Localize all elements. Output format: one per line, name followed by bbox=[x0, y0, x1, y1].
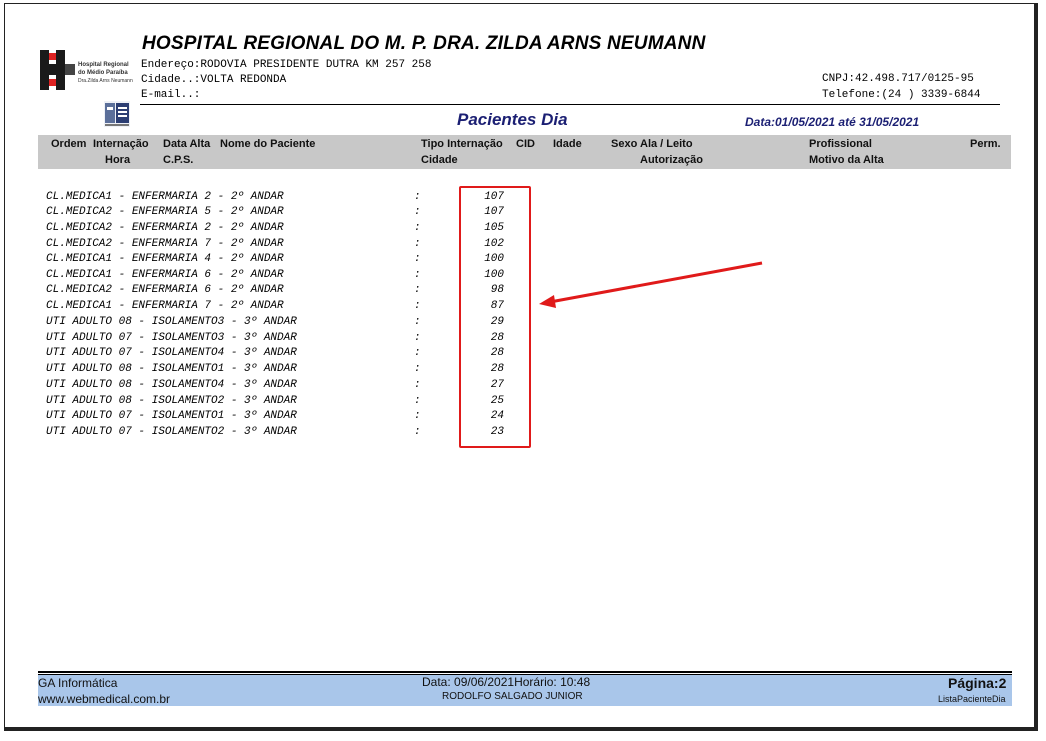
address-value: RODOVIA PRESIDENTE DUTRA KM 257 258 bbox=[200, 59, 432, 71]
ward-name: CL.MEDICA2 - ENFERMARIA 5 - 2º ANDAR bbox=[46, 206, 284, 218]
logo-line-3: Dra.Zilda Arns Neumann bbox=[78, 78, 133, 84]
government-emblem-icon bbox=[104, 101, 130, 127]
email-line: E-mail..: bbox=[141, 89, 200, 101]
logo-line-1: Hospital Regional bbox=[78, 62, 129, 68]
col-idade: Idade bbox=[553, 138, 582, 150]
ward-name: UTI ADULTO 07 - ISOLAMENTO3 - 3º ANDAR bbox=[46, 332, 297, 344]
highlight-box bbox=[459, 186, 531, 448]
footer-user: RODOLFO SALGADO JUNIOR bbox=[442, 691, 583, 702]
col-profissional: Profissional bbox=[809, 138, 872, 150]
col-perm: Perm. bbox=[970, 138, 1001, 150]
list-item: UTI ADULTO 07 - ISOLAMENTO4 - 3º ANDAR:2… bbox=[46, 346, 504, 361]
row-separator: : bbox=[414, 222, 421, 234]
list-item: UTI ADULTO 07 - ISOLAMENTO2 - 3º ANDAR:2… bbox=[46, 425, 504, 440]
ward-name: UTI ADULTO 08 - ISOLAMENTO2 - 3º ANDAR bbox=[46, 395, 297, 407]
ward-name: UTI ADULTO 08 - ISOLAMENTO4 - 3º ANDAR bbox=[46, 379, 297, 391]
ward-name: CL.MEDICA1 - ENFERMARIA 6 - 2º ANDAR bbox=[46, 269, 284, 281]
ward-name: UTI ADULTO 08 - ISOLAMENTO3 - 3º ANDAR bbox=[46, 316, 297, 328]
email-label: E-mail..: bbox=[141, 89, 201, 101]
logo-line-2: do Médio Paraíba bbox=[78, 70, 128, 76]
city-label: Cidade..: bbox=[141, 74, 201, 86]
col-sexo: Sexo bbox=[611, 138, 638, 150]
ward-name: CL.MEDICA1 - ENFERMARIA 2 - 2º ANDAR bbox=[46, 191, 284, 203]
ward-name: UTI ADULTO 08 - ISOLAMENTO1 - 3º ANDAR bbox=[46, 363, 297, 375]
footer-report-name: ListaPacienteDia bbox=[938, 694, 1006, 704]
col-internacao: Internação bbox=[93, 138, 149, 150]
col-autorizacao: Autorização bbox=[640, 154, 703, 166]
col-motivo-alta: Motivo da Alta bbox=[809, 154, 884, 166]
ward-name: UTI ADULTO 07 - ISOLAMENTO2 - 3º ANDAR bbox=[46, 426, 297, 438]
page-number: 2 bbox=[998, 675, 1007, 691]
ward-name: CL.MEDICA1 - ENFERMARIA 4 - 2º ANDAR bbox=[46, 253, 284, 265]
row-separator: : bbox=[414, 284, 421, 296]
list-item: CL.MEDICA2 - ENFERMARIA 6 - 2º ANDAR:98 bbox=[46, 283, 504, 298]
row-separator: : bbox=[414, 316, 421, 328]
red-arrow-icon bbox=[539, 261, 763, 308]
row-separator: : bbox=[414, 332, 421, 344]
footer-company: GA Informática bbox=[38, 676, 118, 690]
address-label: Endereço: bbox=[141, 59, 201, 71]
address-line: Endereço:RODOVIA PRESIDENTE DUTRA KM 257… bbox=[141, 59, 431, 71]
list-item: CL.MEDICA2 - ENFERMARIA 2 - 2º ANDAR:105 bbox=[46, 221, 504, 236]
logo-caption: Hospital Regional do Médio Paraíba Dra.Z… bbox=[78, 61, 133, 85]
list-item: UTI ADULTO 07 - ISOLAMENTO3 - 3º ANDAR:2… bbox=[46, 331, 504, 346]
ward-name: CL.MEDICA1 - ENFERMARIA 7 - 2º ANDAR bbox=[46, 300, 284, 312]
list-item: CL.MEDICA1 - ENFERMARIA 4 - 2º ANDAR:100 bbox=[46, 252, 504, 267]
list-item: CL.MEDICA1 - ENFERMARIA 6 - 2º ANDAR:100 bbox=[46, 268, 504, 283]
footer-website: www.webmedical.com.br bbox=[38, 692, 171, 706]
list-item: UTI ADULTO 08 - ISOLAMENTO1 - 3º ANDAR:2… bbox=[46, 362, 504, 377]
row-separator: : bbox=[414, 300, 421, 312]
col-cid: CID bbox=[516, 138, 535, 150]
list-item: UTI ADULTO 08 - ISOLAMENTO4 - 3º ANDAR:2… bbox=[46, 378, 504, 393]
col-ordem: Ordem bbox=[51, 138, 87, 150]
row-separator: : bbox=[414, 379, 421, 391]
row-separator: : bbox=[414, 238, 421, 250]
list-item: CL.MEDICA2 - ENFERMARIA 5 - 2º ANDAR:107 bbox=[46, 205, 504, 220]
list-item: CL.MEDICA1 - ENFERMARIA 7 - 2º ANDAR:87 bbox=[46, 299, 504, 314]
report-title: Pacientes Dia bbox=[457, 110, 568, 129]
row-separator: : bbox=[414, 269, 421, 281]
col-tipo-internacao: Tipo Internação bbox=[421, 138, 503, 150]
col-hora: Hora bbox=[105, 154, 131, 166]
row-separator: : bbox=[414, 191, 421, 203]
cnpj: CNPJ:42.498.717/0125-95 bbox=[822, 73, 974, 85]
list-item: UTI ADULTO 08 - ISOLAMENTO3 - 3º ANDAR:2… bbox=[46, 315, 504, 330]
city-value: VOLTA REDONDA bbox=[200, 74, 287, 86]
phone: Telefone:(24 ) 3339-6844 bbox=[822, 89, 981, 101]
ward-name: UTI ADULTO 07 - ISOLAMENTO4 - 3º ANDAR bbox=[46, 347, 297, 359]
col-ala-leito: Ala / Leito bbox=[640, 138, 693, 150]
row-separator: : bbox=[414, 347, 421, 359]
city-line: Cidade..:VOLTA REDONDA bbox=[141, 74, 286, 86]
col-cidade: Cidade bbox=[421, 154, 458, 166]
footer-page: Página:2 bbox=[948, 675, 1006, 691]
list-item: CL.MEDICA2 - ENFERMARIA 7 - 2º ANDAR:102 bbox=[46, 237, 504, 252]
report-date-range: Data:01/05/2021 até 31/05/2021 bbox=[745, 115, 920, 129]
ward-name: UTI ADULTO 07 - ISOLAMENTO1 - 3º ANDAR bbox=[46, 410, 297, 422]
footer-divider bbox=[38, 671, 1012, 673]
row-separator: : bbox=[414, 253, 421, 265]
row-separator: : bbox=[414, 395, 421, 407]
hospital-cross-icon bbox=[40, 50, 75, 90]
page-label: Página: bbox=[948, 675, 999, 691]
ward-name: CL.MEDICA2 - ENFERMARIA 7 - 2º ANDAR bbox=[46, 238, 284, 250]
ward-name: CL.MEDICA2 - ENFERMARIA 6 - 2º ANDAR bbox=[46, 284, 284, 296]
col-data-alta: Data Alta bbox=[163, 138, 211, 150]
row-separator: : bbox=[414, 206, 421, 218]
row-separator: : bbox=[414, 426, 421, 438]
hospital-name: HOSPITAL REGIONAL DO M. P. DRA. ZILDA AR… bbox=[142, 33, 706, 54]
header-divider bbox=[140, 104, 1000, 105]
ward-name: CL.MEDICA2 - ENFERMARIA 2 - 2º ANDAR bbox=[46, 222, 284, 234]
col-cps: C.P.S. bbox=[163, 154, 194, 166]
list-item: CL.MEDICA1 - ENFERMARIA 2 - 2º ANDAR:107 bbox=[46, 190, 504, 205]
col-nome-paciente: Nome do Paciente bbox=[220, 138, 316, 150]
list-item: UTI ADULTO 07 - ISOLAMENTO1 - 3º ANDAR:2… bbox=[46, 409, 504, 424]
row-separator: : bbox=[414, 410, 421, 422]
row-separator: : bbox=[414, 363, 421, 375]
list-item: UTI ADULTO 08 - ISOLAMENTO2 - 3º ANDAR:2… bbox=[46, 394, 504, 409]
footer-print-datetime: Data: 09/06/2021Horário: 10:48 bbox=[422, 675, 591, 689]
